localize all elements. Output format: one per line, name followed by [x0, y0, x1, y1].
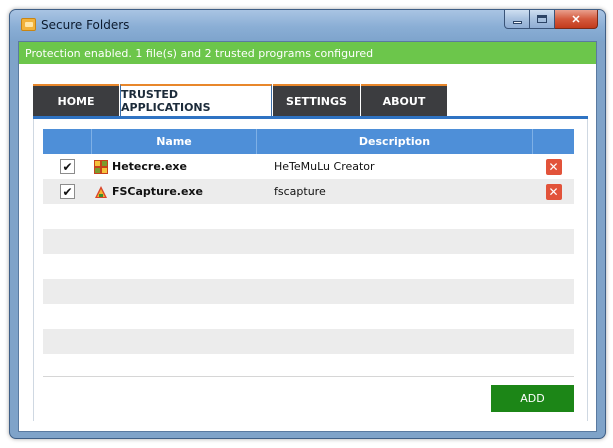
table-header: Name Description — [43, 129, 574, 154]
delete-icon[interactable]: ✕ — [545, 183, 562, 200]
maximize-icon — [537, 15, 547, 23]
row-name-cell: Hetecre.exe — [92, 159, 257, 174]
close-icon: ✕ — [571, 13, 581, 26]
status-bar: Protection enabled. 1 file(s) and 2 trus… — [19, 42, 596, 64]
status-text: Protection enabled. 1 file(s) and 2 trus… — [25, 47, 374, 60]
enabled-checkbox[interactable]: ✔ — [60, 184, 75, 199]
tab-area: HOME TRUSTED APPLICATIONS SETTINGS ABOUT… — [19, 64, 596, 421]
empty-row — [43, 204, 574, 229]
tab-about[interactable]: ABOUT — [361, 84, 447, 116]
window-title: Secure Folders — [41, 18, 130, 32]
tab-settings[interactable]: SETTINGS — [273, 84, 360, 116]
program-description: fscapture — [274, 185, 326, 198]
tab-trusted-applications-label: TRUSTED APPLICATIONS — [121, 88, 211, 114]
table-row[interactable]: ✔ FSCapture.exe fscapture ✕ — [43, 179, 574, 204]
folder-lock-app-icon — [21, 18, 36, 31]
empty-row — [43, 279, 574, 304]
program-name: FSCapture.exe — [112, 185, 203, 198]
app-window: Secure Folders ✕ Protection enabled. 1 f… — [9, 9, 606, 439]
trusted-applications-panel: Name Description ✔ Hetecre.exe HeTeMuLu … — [33, 119, 588, 421]
maximize-button[interactable] — [530, 10, 555, 29]
add-button[interactable]: ADD — [491, 385, 574, 412]
column-header-description[interactable]: Description — [257, 129, 533, 154]
empty-row — [43, 304, 574, 329]
column-header-delete — [533, 129, 574, 154]
close-button[interactable]: ✕ — [555, 10, 598, 29]
row-delete-cell: ✕ — [533, 158, 574, 175]
empty-row — [43, 329, 574, 354]
program-description: HeTeMuLu Creator — [274, 160, 375, 173]
table-row[interactable]: ✔ Hetecre.exe HeTeMuLu Creator ✕ — [43, 154, 574, 179]
minimize-button[interactable] — [504, 10, 530, 29]
hetecre-app-icon — [94, 159, 108, 174]
row-name-cell: FSCapture.exe — [92, 185, 257, 199]
row-check-cell: ✔ — [43, 159, 92, 174]
title-bar[interactable]: Secure Folders ✕ — [10, 10, 605, 41]
fscapture-app-icon — [95, 185, 107, 198]
divider — [43, 376, 574, 377]
row-check-cell: ✔ — [43, 184, 92, 199]
minimize-icon — [512, 20, 522, 24]
trusted-apps-table: Name Description ✔ Hetecre.exe HeTeMuLu … — [43, 129, 574, 379]
tab-home-label: HOME — [57, 94, 95, 108]
program-name: Hetecre.exe — [112, 160, 187, 173]
empty-row — [43, 254, 574, 279]
tab-strip: HOME TRUSTED APPLICATIONS SETTINGS ABOUT — [33, 84, 448, 116]
column-header-name[interactable]: Name — [92, 129, 257, 154]
tab-trusted-applications[interactable]: TRUSTED APPLICATIONS — [120, 84, 272, 116]
tab-about-label: ABOUT — [382, 94, 426, 108]
enabled-checkbox[interactable]: ✔ — [60, 159, 75, 174]
delete-icon[interactable]: ✕ — [545, 158, 562, 175]
empty-row — [43, 229, 574, 254]
tab-settings-label: SETTINGS — [286, 94, 347, 108]
client-area: Protection enabled. 1 file(s) and 2 trus… — [18, 41, 597, 432]
column-header-enabled — [43, 129, 92, 154]
row-delete-cell: ✕ — [533, 183, 574, 200]
tab-home[interactable]: HOME — [33, 84, 119, 116]
window-controls: ✕ — [504, 10, 598, 29]
